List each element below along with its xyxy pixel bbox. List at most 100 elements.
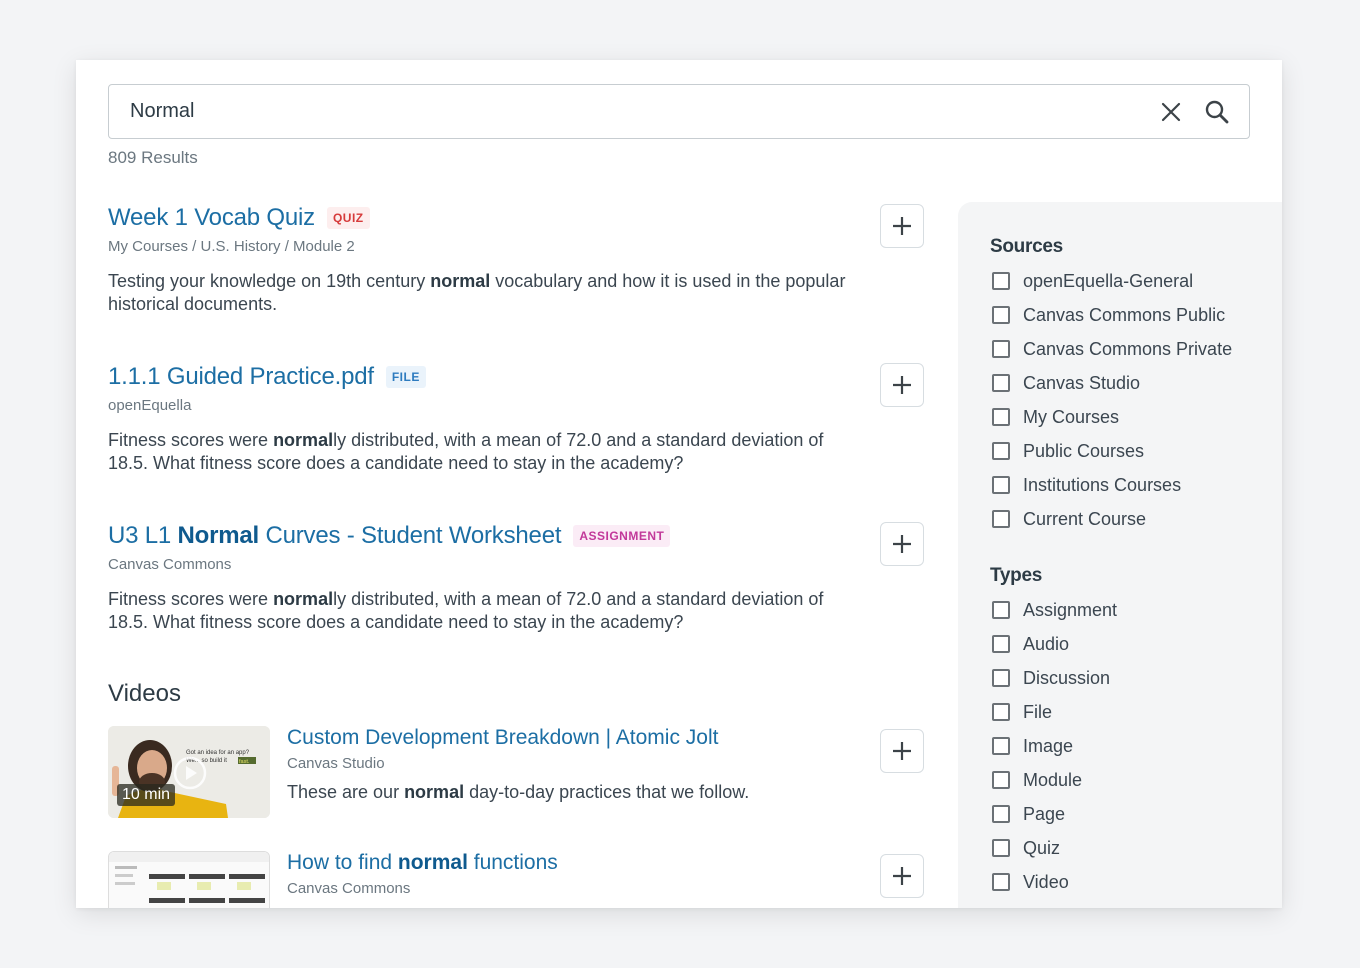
result-item: U3 L1 Normal Curves - Student Worksheet … bbox=[108, 518, 928, 677]
desc-highlight: normal bbox=[404, 782, 465, 802]
checkbox[interactable] bbox=[992, 635, 1010, 653]
desc-text: These are our bbox=[287, 782, 405, 802]
filter-label: Institutions Courses bbox=[1023, 474, 1182, 495]
filter-type-video[interactable]: Video bbox=[992, 865, 1117, 899]
filters-panel: Sources openEquella-General Canvas Commo… bbox=[958, 202, 1282, 908]
checkbox[interactable] bbox=[992, 408, 1010, 426]
checkbox[interactable] bbox=[992, 703, 1010, 721]
video-source: Canvas Commons bbox=[287, 880, 411, 897]
filter-type-quiz[interactable]: Quiz bbox=[992, 831, 1117, 865]
filter-type-assignment[interactable]: Assignment bbox=[992, 593, 1117, 627]
video-source: Canvas Studio bbox=[287, 755, 385, 772]
filter-source-public-courses[interactable]: Public Courses bbox=[992, 434, 1232, 468]
filter-source-institutions-courses[interactable]: Institutions Courses bbox=[992, 468, 1232, 502]
filter-label: Assignment bbox=[1023, 599, 1118, 620]
checkbox[interactable] bbox=[992, 374, 1010, 392]
video-thumbnail[interactable]: Got an idea for an app? We... so build i… bbox=[108, 726, 270, 818]
filter-label: Canvas Commons Private bbox=[1023, 338, 1233, 359]
filter-type-page[interactable]: Page bbox=[992, 797, 1117, 831]
filter-label: File bbox=[1023, 701, 1053, 722]
desc-text: Fitness scores were bbox=[108, 430, 274, 450]
filter-label: Canvas Studio bbox=[1023, 372, 1141, 393]
title-text: U3 L1 bbox=[108, 522, 178, 549]
filter-label: Module bbox=[1023, 769, 1083, 790]
checkbox[interactable] bbox=[992, 442, 1010, 460]
checkbox[interactable] bbox=[992, 737, 1010, 755]
filter-source-canvas-studio[interactable]: Canvas Studio bbox=[992, 366, 1232, 400]
filter-label: Page bbox=[1023, 803, 1066, 824]
add-result-button[interactable] bbox=[880, 363, 924, 407]
add-result-button[interactable] bbox=[880, 729, 924, 773]
type-badge: FILE bbox=[385, 366, 426, 388]
filter-label: Public Courses bbox=[1023, 440, 1145, 461]
clear-search-button[interactable] bbox=[1151, 92, 1191, 132]
filter-label: Image bbox=[1023, 735, 1074, 756]
result-description: Fitness scores were normally distributed… bbox=[108, 429, 848, 475]
videos-heading: Videos bbox=[108, 680, 181, 707]
result-title-link[interactable]: 1.1.1 Guided Practice.pdf bbox=[108, 363, 374, 391]
checkbox[interactable] bbox=[992, 306, 1010, 324]
checkbox[interactable] bbox=[992, 771, 1010, 789]
checkbox[interactable] bbox=[992, 669, 1010, 687]
title-text: Curves - Student Worksheet bbox=[259, 522, 562, 549]
search-box bbox=[108, 84, 1250, 139]
desc-highlight: normal bbox=[430, 271, 491, 291]
sources-filter-list: openEquella-General Canvas Commons Publi… bbox=[992, 264, 1232, 536]
types-heading: Types bbox=[990, 565, 1043, 586]
add-result-button[interactable] bbox=[880, 204, 924, 248]
filter-label: Quiz bbox=[1023, 837, 1061, 858]
sources-heading: Sources bbox=[990, 236, 1063, 257]
checkbox[interactable] bbox=[992, 601, 1010, 619]
filter-label: Audio bbox=[1023, 633, 1070, 654]
plus-icon bbox=[893, 376, 911, 394]
filter-source-canvas-commons-private[interactable]: Canvas Commons Private bbox=[992, 332, 1232, 366]
video-duration: 10 min bbox=[117, 784, 176, 806]
filter-label: Current Course bbox=[1023, 508, 1147, 529]
video-title-link[interactable]: Custom Development Breakdown | Atomic Jo… bbox=[287, 726, 718, 749]
filter-label: Canvas Commons Public bbox=[1023, 304, 1226, 325]
result-title-link[interactable]: U3 L1 Normal Curves - Student Worksheet bbox=[108, 522, 562, 550]
plus-icon bbox=[893, 217, 911, 235]
video-title-link[interactable]: How to find normal functions bbox=[287, 851, 558, 874]
desc-text: Testing your knowledge on 19th century bbox=[108, 271, 431, 291]
search-results-card: 809 Results Week 1 Vocab Quiz QUIZ My Co… bbox=[76, 60, 1282, 908]
checkbox[interactable] bbox=[992, 340, 1010, 358]
checkbox[interactable] bbox=[992, 839, 1010, 857]
video-thumbnail-image bbox=[109, 852, 269, 908]
filter-type-audio[interactable]: Audio bbox=[992, 627, 1117, 661]
filter-label: openEquella-General bbox=[1023, 270, 1194, 291]
video-thumbnail[interactable] bbox=[108, 851, 270, 908]
filter-type-discussion[interactable]: Discussion bbox=[992, 661, 1117, 695]
checkbox[interactable] bbox=[992, 873, 1010, 891]
filter-type-image[interactable]: Image bbox=[992, 729, 1117, 763]
title-highlight: Normal bbox=[177, 522, 260, 549]
plus-icon bbox=[893, 535, 911, 553]
filter-source-openequella-general[interactable]: openEquella-General bbox=[992, 264, 1232, 298]
thumb-caption: Got an idea for an app? bbox=[186, 750, 250, 756]
filter-source-canvas-commons-public[interactable]: Canvas Commons Public bbox=[992, 298, 1232, 332]
plus-icon bbox=[893, 742, 911, 760]
checkbox[interactable] bbox=[992, 272, 1010, 290]
checkbox[interactable] bbox=[992, 476, 1010, 494]
filter-type-file[interactable]: File bbox=[992, 695, 1117, 729]
results-count: 809 Results bbox=[108, 148, 198, 167]
search-button[interactable] bbox=[1197, 92, 1237, 132]
desc-highlight: normal bbox=[273, 430, 334, 450]
thumb-caption-highlight: fast. bbox=[239, 759, 250, 765]
types-filter-list: Assignment Audio Discussion File Image M… bbox=[992, 593, 1117, 899]
checkbox[interactable] bbox=[992, 510, 1010, 528]
add-result-button[interactable] bbox=[880, 854, 924, 898]
filter-source-current-course[interactable]: Current Course bbox=[992, 502, 1232, 536]
search-input[interactable] bbox=[109, 85, 1151, 138]
filter-source-my-courses[interactable]: My Courses bbox=[992, 400, 1232, 434]
filter-label: Discussion bbox=[1023, 667, 1111, 688]
video-description: These are our normal day-to-day practice… bbox=[287, 782, 749, 803]
result-title-link[interactable]: Week 1 Vocab Quiz bbox=[108, 204, 315, 232]
filter-label: My Courses bbox=[1023, 406, 1120, 427]
checkbox[interactable] bbox=[992, 805, 1010, 823]
add-result-button[interactable] bbox=[880, 522, 924, 566]
title-highlight: normal bbox=[397, 851, 468, 874]
result-source: Canvas Commons bbox=[108, 556, 232, 573]
filter-label: Video bbox=[1023, 871, 1069, 892]
filter-type-module[interactable]: Module bbox=[992, 763, 1117, 797]
